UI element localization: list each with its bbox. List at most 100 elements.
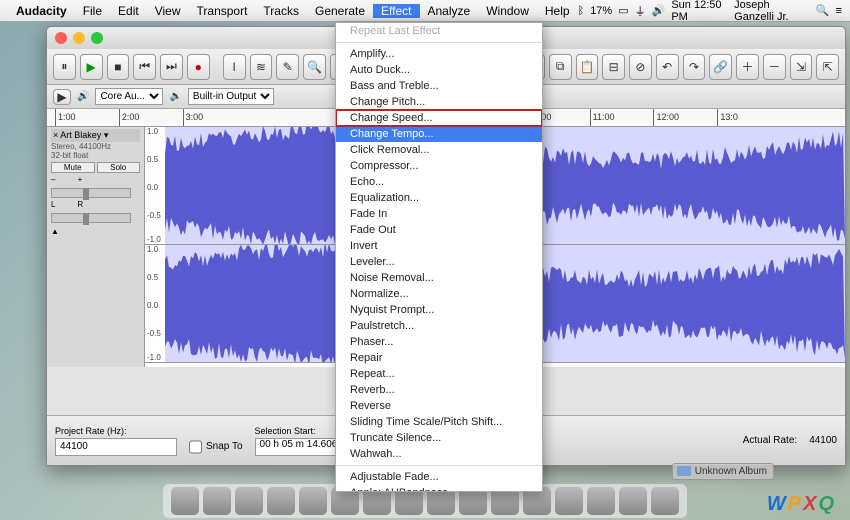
menu-item[interactable]: Echo... <box>336 174 542 190</box>
dock-app-icon[interactable] <box>651 487 679 515</box>
menuitem-view[interactable]: View <box>147 4 189 18</box>
menu-item[interactable]: Bass and Treble... <box>336 78 542 94</box>
amplitude-scale: 1.00.50.0-0.5-1.0 <box>145 127 165 244</box>
trim-button[interactable]: ⊟ <box>602 54 625 80</box>
zoom-in-button[interactable]: ＋ <box>736 54 759 80</box>
envelope-tool[interactable]: ≋ <box>250 54 273 80</box>
menu-item[interactable]: Sliding Time Scale/Pitch Shift... <box>336 414 542 430</box>
menu-item[interactable]: Paulstretch... <box>336 318 542 334</box>
menuitem-window[interactable]: Window <box>478 4 537 18</box>
track-control-panel[interactable]: × Art Blakey ▾ Stereo, 44100Hz 32-bit fl… <box>47 127 145 367</box>
menuitem-transport[interactable]: Transport <box>189 4 256 18</box>
play-button[interactable]: ▶ <box>80 54 103 80</box>
menuitem-edit[interactable]: Edit <box>110 4 147 18</box>
menu-item[interactable]: Equalization... <box>336 190 542 206</box>
sync-lock-button[interactable]: 🔗 <box>709 54 732 80</box>
app-name[interactable]: Audacity <box>16 4 67 18</box>
solo-button[interactable]: Solo <box>97 162 141 173</box>
menu-item[interactable]: Wahwah... <box>336 446 542 462</box>
dock-app-icon[interactable] <box>619 487 647 515</box>
snap-to-checkbox[interactable] <box>189 438 202 456</box>
menu-item[interactable]: Adjustable Fade... <box>336 469 542 485</box>
menu-item[interactable]: Invert <box>336 238 542 254</box>
paste-button[interactable]: 📋 <box>576 54 599 80</box>
host-select[interactable]: Core Au... <box>95 88 163 105</box>
menu-item[interactable]: Leveler... <box>336 254 542 270</box>
dock-app-icon[interactable] <box>299 487 327 515</box>
fit-sel-button[interactable]: ⇲ <box>790 54 813 80</box>
album-folder-badge[interactable]: Unknown Album <box>672 463 774 480</box>
zoom-tool[interactable]: 🔍 <box>303 54 326 80</box>
dock-app-icon[interactable] <box>203 487 231 515</box>
undo-button[interactable]: ↶ <box>656 54 679 80</box>
menu-item[interactable]: Click Removal... <box>336 142 542 158</box>
menuitem-analyze[interactable]: Analyze <box>420 4 479 18</box>
menu-item[interactable]: Nyquist Prompt... <box>336 302 542 318</box>
menu-item[interactable]: Phaser... <box>336 334 542 350</box>
timeline-tick: 12:00 <box>653 109 679 126</box>
track-menu-icon[interactable]: ▾ <box>104 130 109 140</box>
close-window-button[interactable] <box>55 32 67 44</box>
zoom-window-button[interactable] <box>91 32 103 44</box>
volume-icon[interactable]: 🔊 <box>652 4 666 17</box>
speaker-icon: 🔊 <box>77 91 89 102</box>
menu-item[interactable]: Apple: AUBandpass <box>336 485 542 492</box>
menuitem-help[interactable]: Help <box>537 4 578 18</box>
spotlight-icon[interactable]: 🔍 <box>816 4 830 17</box>
redo-button[interactable]: ↷ <box>683 54 706 80</box>
gain-slider[interactable] <box>51 188 131 198</box>
copy-button[interactable]: ⧉ <box>549 54 572 80</box>
menu-item[interactable]: Change Pitch... <box>336 94 542 110</box>
dock-app-icon[interactable] <box>267 487 295 515</box>
menu-item[interactable]: Noise Removal... <box>336 270 542 286</box>
selection-tool[interactable]: I <box>223 54 246 80</box>
menu-item[interactable]: Change Tempo... <box>336 126 542 142</box>
menuitem-tracks[interactable]: Tracks <box>255 4 307 18</box>
skip-start-button[interactable]: ⏮ <box>133 54 156 80</box>
menu-item[interactable]: Normalize... <box>336 286 542 302</box>
dock-app-icon[interactable] <box>555 487 583 515</box>
menu-item[interactable]: Fade Out <box>336 222 542 238</box>
dock-app-icon[interactable] <box>587 487 615 515</box>
battery-icon[interactable]: ▭ <box>618 4 628 17</box>
menu-item[interactable]: Reverse <box>336 398 542 414</box>
pause-button[interactable]: ⏸ <box>53 54 76 80</box>
draw-tool[interactable]: ✎ <box>276 54 299 80</box>
minimize-window-button[interactable] <box>73 32 85 44</box>
pan-slider[interactable] <box>51 213 131 223</box>
fit-proj-button[interactable]: ⇱ <box>816 54 839 80</box>
clock[interactable]: Sun 12:50 PM <box>671 0 728 23</box>
menu-item[interactable]: Repeat... <box>336 366 542 382</box>
track-name[interactable]: Art Blakey <box>60 130 101 140</box>
stop-button[interactable]: ■ <box>107 54 130 80</box>
dock-app-icon[interactable] <box>235 487 263 515</box>
watermark: WPXQ <box>767 493 836 516</box>
record-button[interactable]: ● <box>187 54 210 80</box>
menu-item[interactable]: Repair <box>336 350 542 366</box>
user-name[interactable]: Joseph Ganzelli Jr. <box>734 0 810 23</box>
menu-item[interactable]: Change Speed... <box>336 110 542 126</box>
menu-item[interactable]: Reverb... <box>336 382 542 398</box>
menu-item[interactable]: Amplify... <box>336 46 542 62</box>
wifi-icon[interactable]: ⏚ <box>635 3 646 19</box>
menuitem-generate[interactable]: Generate <box>307 4 373 18</box>
play-at-speed-button[interactable]: ▶ <box>53 89 71 105</box>
notif-icon[interactable]: ≡ <box>836 5 842 17</box>
track-close-icon[interactable]: × <box>53 130 58 140</box>
menu-item[interactable]: Truncate Silence... <box>336 430 542 446</box>
output-device-select[interactable]: Built-in Output <box>188 88 274 105</box>
menuitem-effect[interactable]: Effect <box>373 4 419 18</box>
bluetooth-icon[interactable]: ᛒ <box>578 5 585 17</box>
menu-item[interactable]: Auto Duck... <box>336 62 542 78</box>
menuitem-file[interactable]: File <box>75 4 110 18</box>
menu-item[interactable]: Fade In <box>336 206 542 222</box>
collapse-icon[interactable]: ▲ <box>51 227 140 236</box>
zoom-out-button[interactable]: － <box>763 54 786 80</box>
skip-end-button[interactable]: ⏭ <box>160 54 183 80</box>
menu-item[interactable]: Compressor... <box>336 158 542 174</box>
silence-button[interactable]: ⊘ <box>629 54 652 80</box>
mute-button[interactable]: Mute <box>51 162 95 173</box>
project-rate-input[interactable] <box>55 438 177 456</box>
dock-app-icon[interactable] <box>171 487 199 515</box>
actual-rate-value: 44100 <box>809 435 837 446</box>
